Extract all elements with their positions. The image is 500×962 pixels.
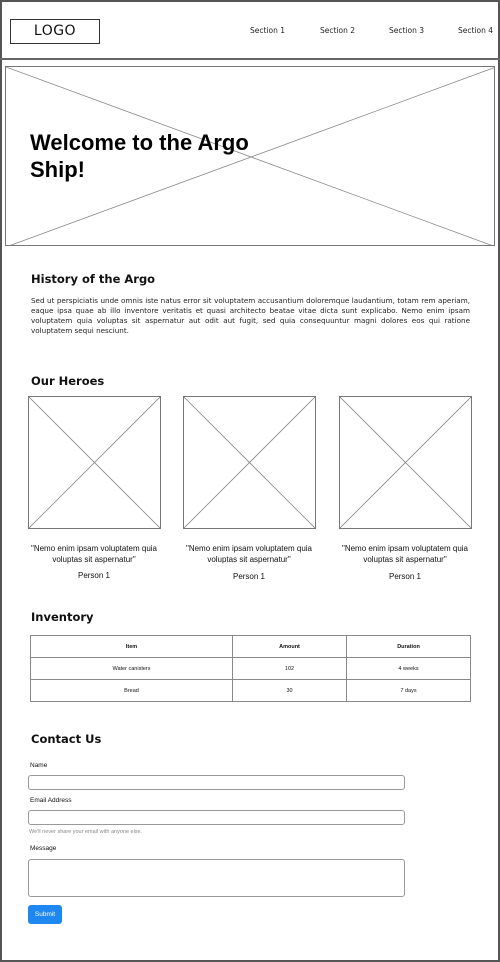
nav-item-section-2[interactable]: Section 2: [320, 26, 355, 35]
table-cell: Bread: [30, 679, 233, 702]
hero-quote-1: "Nemo enim ipsam voluptatem quia volupta…: [30, 544, 157, 564]
hero-name-3: Person 1: [388, 572, 422, 581]
nav-item-section-1[interactable]: Section 1: [250, 26, 285, 35]
hero-quote-2: "Nemo enim ipsam voluptatem quia volupta…: [185, 544, 312, 564]
table-cell: 4 weeks: [346, 657, 471, 680]
nav-item-section-4[interactable]: Section 4: [458, 26, 493, 35]
heroes-heading: Our Heroes: [31, 374, 105, 388]
table-cell: 102: [232, 657, 347, 680]
hero-quote-3: "Nemo enim ipsam voluptatem quia volupta…: [341, 544, 468, 564]
email-label: Email Address: [30, 797, 72, 804]
hero-banner: Welcome to the Argo Ship!: [5, 66, 495, 246]
name-field[interactable]: [28, 775, 405, 790]
column-header-duration: Duration: [346, 635, 471, 658]
site-header: LOGO Section 1 Section 2 Section 3 Secti…: [0, 0, 500, 60]
inventory-table: Item Amount Duration Water canisters 102…: [30, 635, 471, 702]
email-field[interactable]: [28, 810, 405, 825]
nav-item-section-3[interactable]: Section 3: [389, 26, 424, 35]
table-cell: 30: [232, 679, 347, 702]
table-cell: Water canisters: [30, 657, 233, 680]
email-help-text: We'll never share your email with anyone…: [29, 829, 143, 835]
column-header-amount: Amount: [232, 635, 347, 658]
hero-title: Welcome to the Argo Ship!: [30, 130, 249, 182]
hero-name-2: Person 1: [232, 572, 266, 581]
message-field[interactable]: [28, 859, 405, 897]
inventory-heading: Inventory: [31, 610, 94, 624]
history-heading: History of the Argo: [31, 272, 156, 286]
message-label: Message: [30, 845, 57, 852]
submit-button[interactable]: Submit: [28, 905, 62, 924]
column-header-item: Item: [30, 635, 233, 658]
table-header-row: Item Amount Duration: [30, 635, 471, 658]
hero-image-2: [183, 396, 316, 529]
hero-name-1: Person 1: [77, 571, 111, 580]
contact-heading: Contact Us: [31, 732, 102, 746]
name-label: Name: [30, 762, 48, 769]
hero-image-3: [339, 396, 472, 529]
table-cell: 7 days: [346, 679, 471, 702]
logo[interactable]: LOGO: [10, 19, 100, 44]
table-row: Bread 30 7 days: [30, 679, 471, 702]
table-row: Water canisters 102 4 weeks: [30, 657, 471, 680]
history-text: Sed ut perspiciatis unde omnis iste natu…: [31, 296, 470, 335]
hero-image-1: [28, 396, 161, 529]
